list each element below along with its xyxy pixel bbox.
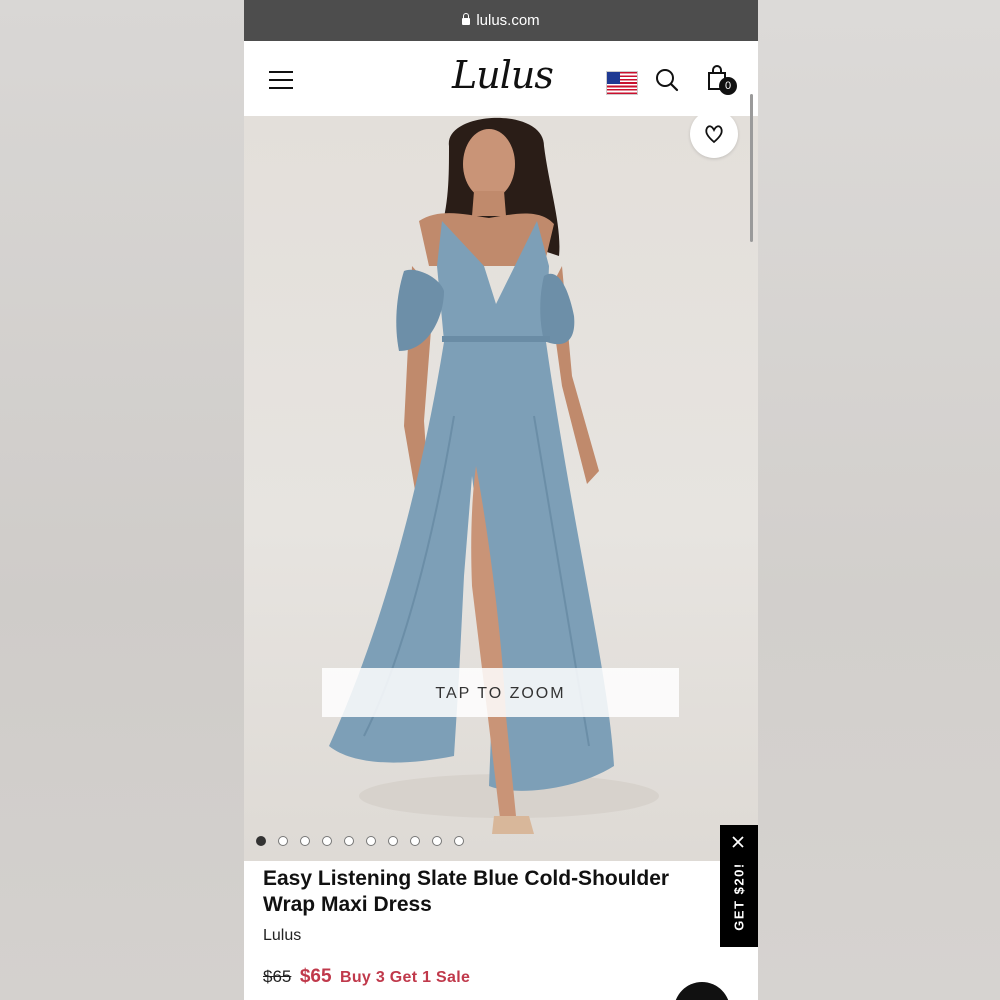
original-price: $65	[263, 967, 292, 986]
promo-tab[interactable]: GET $20!	[720, 825, 758, 947]
sale-price: $65	[299, 966, 332, 987]
search-icon	[656, 69, 679, 92]
carousel-dot[interactable]	[454, 836, 464, 846]
lock-icon	[462, 13, 471, 25]
page-scrollbar[interactable]	[750, 94, 753, 242]
carousel-dot[interactable]	[366, 836, 376, 846]
menu-icon	[269, 71, 293, 73]
carousel-dot[interactable]	[256, 836, 266, 846]
phone-screen: lulus.com Lulus 0 TAP TO ZOOM Easy Liste…	[244, 0, 758, 1000]
tap-to-zoom-button[interactable]: TAP TO ZOOM	[322, 668, 679, 717]
product-photo	[329, 117, 659, 834]
browser-url-bar[interactable]: lulus.com	[244, 0, 758, 41]
menu-icon-bar	[269, 79, 293, 81]
site-header: Lulus 0	[244, 41, 758, 116]
carousel-dot[interactable]	[344, 836, 354, 846]
background-left	[0, 0, 244, 1000]
carousel-dot[interactable]	[300, 836, 310, 846]
product-image-carousel[interactable]: TAP TO ZOOM	[244, 116, 758, 861]
heart-icon	[705, 125, 723, 144]
product-title: Easy Listening Slate Blue Cold-Shoulder …	[263, 867, 670, 916]
price-row: $65 $65 Buy 3 Get 1 Sale	[263, 966, 470, 988]
cart-button[interactable]: 0	[706, 65, 740, 99]
product-brand[interactable]: Lulus	[263, 927, 301, 945]
background-right	[758, 0, 1000, 1000]
menu-button[interactable]	[269, 71, 293, 89]
promo-tab-label: GET $20!	[731, 862, 747, 931]
menu-icon-bar	[269, 87, 293, 89]
carousel-dot[interactable]	[278, 836, 288, 846]
site-logo[interactable]: Lulus	[452, 53, 554, 97]
carousel-dot[interactable]	[410, 836, 420, 846]
promo-text[interactable]: Buy 3 Get 1 Sale	[340, 969, 470, 986]
url-text: lulus.com	[476, 12, 540, 29]
carousel-dot[interactable]	[432, 836, 442, 846]
us-flag-icon[interactable]	[606, 71, 638, 95]
cart-count-badge: 0	[719, 77, 737, 95]
search-button[interactable]	[655, 68, 679, 92]
carousel-dot[interactable]	[388, 836, 398, 846]
carousel-dot[interactable]	[322, 836, 332, 846]
carousel-pagination	[256, 836, 464, 846]
chat-button[interactable]	[674, 982, 730, 1000]
